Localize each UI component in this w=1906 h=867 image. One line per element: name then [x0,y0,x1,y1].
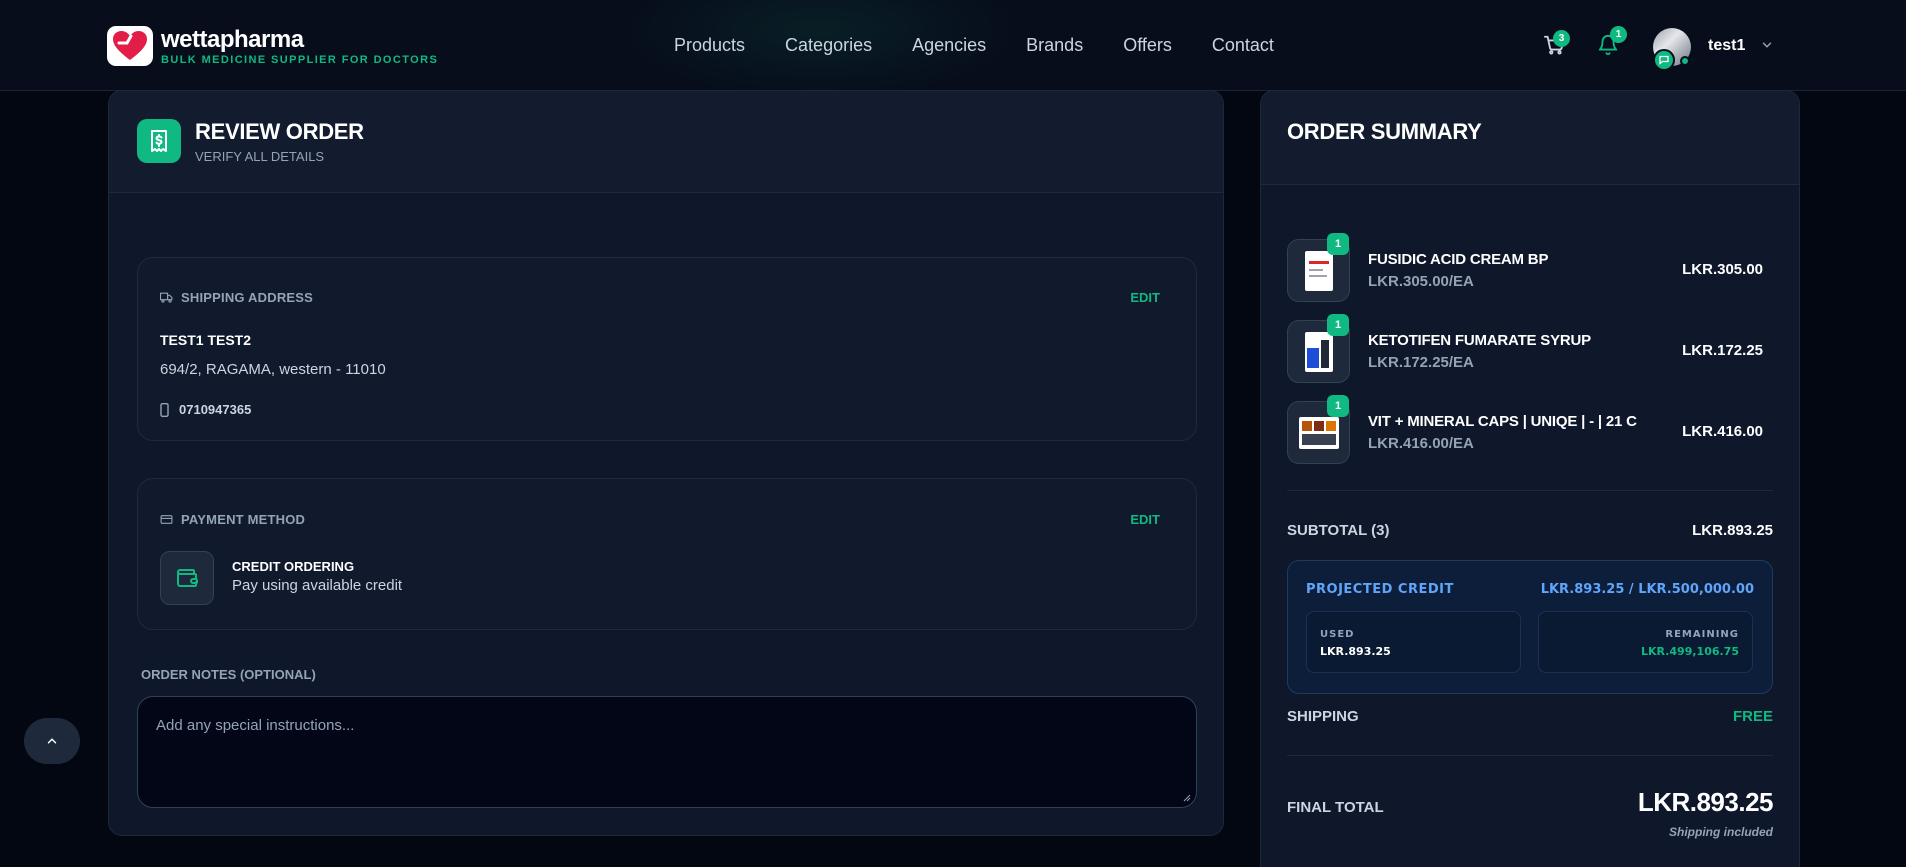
phone-number: 0710947365 [179,402,252,417]
payment-method-description: Pay using available credit [232,577,403,594]
cart-button[interactable]: 3 [1543,30,1570,60]
heart-logo-icon [107,26,153,66]
page-subtitle: VERIFY ALL DETAILS [195,149,325,164]
product-image [1304,250,1333,291]
nav-products[interactable]: Products [674,35,745,56]
final-total-value: LKR.893.25 [1637,787,1774,817]
top-navbar: wettapharma BULK MEDICINE SUPPLIER FOR D… [0,0,1906,100]
cart-count-badge: 3 [1553,30,1570,47]
shipping-label: SHIPPING [1287,708,1359,725]
order-notes-textarea[interactable] [137,696,1197,808]
wallet-icon [160,551,214,605]
divider [1287,490,1773,491]
edit-shipping-button[interactable]: EDIT [1130,290,1160,305]
order-summary-title: ORDER SUMMARY [1287,119,1482,144]
nav-contact[interactable]: Contact [1212,35,1274,56]
projected-credit-box: PROJECTED CREDIT LKR.893.25 / LKR.500,00… [1287,560,1773,694]
credit-remaining-label: REMAINING [1665,629,1739,640]
item-name: VIT + MINERAL CAPS | UNIQE | - | 21 C [1368,413,1637,430]
truck-icon [160,292,173,303]
receipt-icon [137,119,181,163]
shipping-address-card: SHIPPING ADDRESS EDIT TEST1 TEST2 694/2,… [137,257,1197,441]
resize-grip-icon[interactable] [1183,794,1191,802]
phone-row: 0710947365 [160,402,251,417]
online-status-dot [1680,56,1690,66]
address-line: 694/2, RAGAMA, western - 11010 [160,361,386,378]
credit-remaining-value: LKR.499,106.75 [1641,645,1739,658]
shipping-value: FREE [1732,708,1773,725]
chevron-up-icon [47,738,57,744]
recipient-name: TEST1 TEST2 [160,332,252,348]
credit-card-icon [160,515,173,524]
nav-agencies[interactable]: Agencies [912,35,986,56]
credit-used-value: LKR.893.25 [1320,645,1391,658]
brand-tagline: BULK MEDICINE SUPPLIER FOR DOCTORS [161,53,439,66]
credit-remaining-box: REMAINING LKR.499,106.75 [1538,611,1753,673]
notifications-button[interactable]: 1 [1597,26,1627,60]
order-items-list: 1 FUSIDIC ACID CREAM BP LKR.305.00/EA LK… [1287,233,1771,482]
nav-brands[interactable]: Brands [1026,35,1083,56]
order-summary-header: ORDER SUMMARY [1261,91,1799,185]
shipping-address-heading: SHIPPING ADDRESS [160,290,313,305]
item-unit-price: LKR.172.25/EA [1368,354,1474,371]
subtotal-value: LKR.893.25 [1692,522,1773,539]
product-image [1298,416,1339,449]
user-avatar[interactable] [1653,28,1691,71]
item-unit-price: LKR.416.00/EA [1368,435,1474,452]
final-total-label: FINAL TOTAL [1287,799,1384,816]
order-summary-panel: ORDER SUMMARY 1 FUSIDIC ACID CREAM BP LK… [1260,90,1800,867]
nav-categories[interactable]: Categories [785,35,872,56]
chat-icon [1653,49,1675,71]
shipping-address-label: SHIPPING ADDRESS [181,290,314,305]
item-name: FUSIDIC ACID CREAM BP [1368,251,1549,268]
item-total: LKR.416.00 [1682,423,1763,440]
divider [1287,755,1773,756]
notification-count-badge: 1 [1610,26,1627,43]
item-total: LKR.305.00 [1682,261,1763,278]
payment-method-label: PAYMENT METHOD [181,512,306,527]
projected-credit-title: PROJECTED CREDIT [1306,582,1454,597]
user-menu-chevron-icon[interactable] [1760,38,1774,57]
phone-icon [160,402,169,417]
scroll-to-top-button[interactable] [24,718,80,764]
review-order-panel: REVIEW ORDER VERIFY ALL DETAILS SHIPPING… [108,90,1224,836]
order-item: 1 KETOTIFEN FUMARATE SYRUP LKR.172.25/EA… [1287,314,1771,401]
product-image [1304,331,1333,372]
payment-method-card: PAYMENT METHOD EDIT CREDIT ORDERING Pay … [137,478,1197,630]
nav-offers[interactable]: Offers [1123,35,1172,56]
main-nav: Products Categories Agencies Brands Offe… [674,35,1274,56]
item-qty-badge: 1 [1327,395,1349,417]
review-order-header: REVIEW ORDER VERIFY ALL DETAILS [109,91,1223,193]
payment-method-name: CREDIT ORDERING [232,559,355,574]
item-total: LKR.172.25 [1682,342,1763,359]
credit-used-label: USED [1320,629,1355,640]
projected-credit-amount: LKR.893.25 / LKR.500,000.00 [1540,582,1754,597]
item-qty-badge: 1 [1327,314,1349,336]
item-qty-badge: 1 [1327,233,1349,255]
credit-used-box: USED LKR.893.25 [1306,611,1521,673]
order-notes-label: ORDER NOTES (OPTIONAL) [141,667,316,682]
order-item: 1 FUSIDIC ACID CREAM BP LKR.305.00/EA LK… [1287,233,1771,320]
subtotal-label: SUBTOTAL (3) [1287,522,1390,539]
order-item: 1 VIT + MINERAL CAPS | UNIQE | - | 21 C … [1287,395,1771,482]
user-name[interactable]: test1 [1708,37,1745,55]
brand-name: wettapharma [161,25,304,53]
edit-payment-button[interactable]: EDIT [1130,512,1160,527]
item-unit-price: LKR.305.00/EA [1368,273,1474,290]
payment-method-heading: PAYMENT METHOD [160,512,305,527]
final-total-note: Shipping included [1669,825,1773,839]
item-name: KETOTIFEN FUMARATE SYRUP [1368,332,1591,349]
page-title: REVIEW ORDER [195,119,364,144]
brand-logo-link[interactable]: wettapharma BULK MEDICINE SUPPLIER FOR D… [107,26,438,66]
